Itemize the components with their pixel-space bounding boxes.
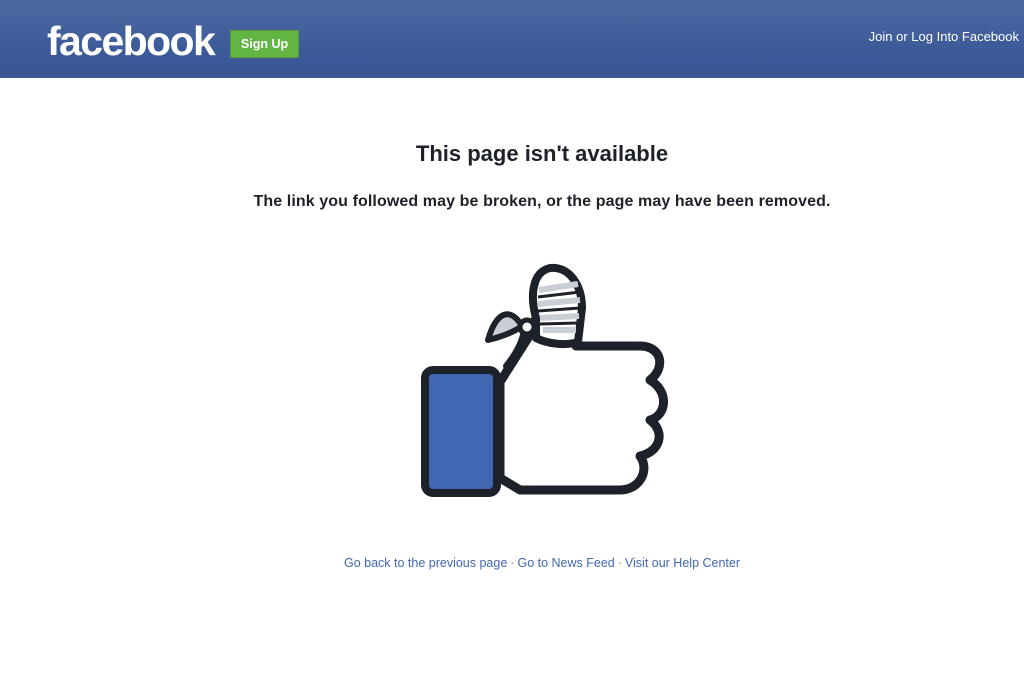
join-or-login-link[interactable]: Join or Log Into Facebook (869, 29, 1019, 45)
page-title: This page isn't available (415, 141, 669, 166)
facebook-logo[interactable]: facebook (47, 14, 216, 68)
news-feed-link[interactable]: Go to News Feed (517, 556, 614, 570)
link-separator: · (617, 556, 622, 570)
link-separator: · (510, 556, 515, 570)
error-message: The link you followed may be broken, or … (253, 193, 831, 210)
sign-up-button[interactable]: Sign Up (230, 30, 299, 58)
help-center-link[interactable]: Visit our Help Center (625, 556, 740, 570)
footer-links: Go back to the previous page · Go to News … (0, 554, 1024, 572)
go-back-link[interactable]: Go back to the previous page (344, 556, 507, 570)
broken-thumbs-up-icon (421, 263, 668, 497)
top-bar: facebook Sign Up Join or Log Into Facebo… (0, 0, 1024, 78)
